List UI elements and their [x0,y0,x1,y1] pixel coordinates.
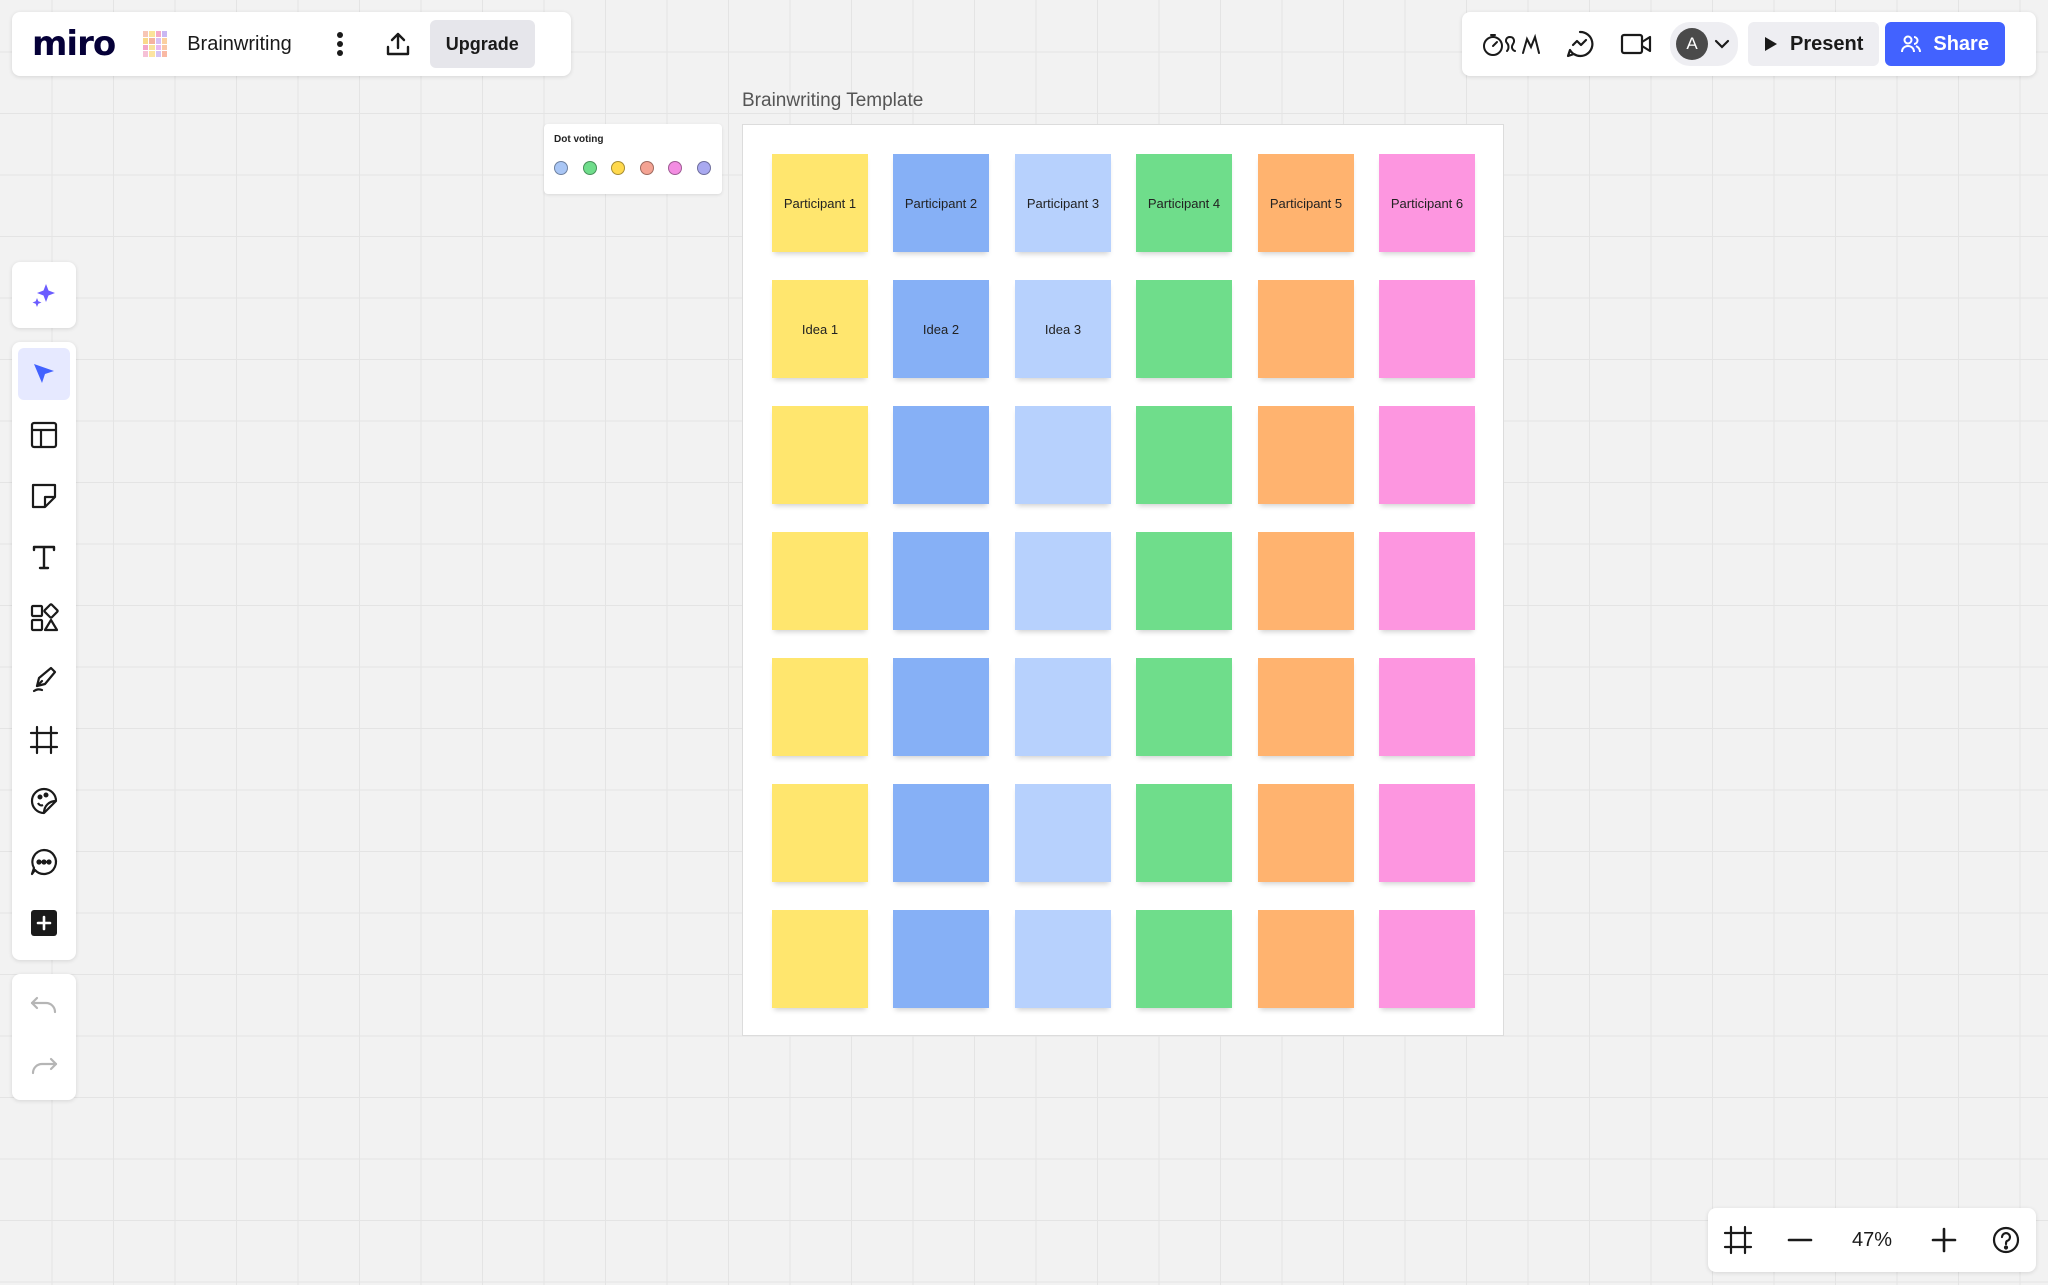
sticky-note[interactable] [1379,658,1475,756]
board-header: miro Brainwriting Upgrade [12,12,571,76]
sticky-note[interactable]: Idea 3 [1015,280,1111,378]
video-call-icon[interactable] [1616,24,1656,64]
users-icon [1901,35,1922,53]
sticky-note[interactable] [1258,406,1354,504]
export-icon[interactable] [378,24,418,64]
zoom-level[interactable]: 47% [1842,1229,1902,1252]
sticky-note[interactable] [772,532,868,630]
present-button[interactable]: Present [1748,22,1880,66]
voting-dot[interactable] [668,161,682,175]
sticky-note[interactable]: Participant 4 [1136,154,1232,252]
sticky-note-icon[interactable] [18,470,70,522]
board-menu-icon[interactable] [320,24,360,64]
frame-title[interactable]: Brainwriting Template [742,90,923,112]
sticky-note[interactable] [1379,406,1475,504]
dot-voting-label: Dot voting [554,134,604,145]
sticky-note[interactable] [1136,406,1232,504]
collab-toolbar: A Present Share [1462,12,2036,76]
sticky-note[interactable]: Participant 5 [1258,154,1354,252]
chevron-down-icon[interactable] [1714,39,1730,49]
activity-chat-icon[interactable] [1560,24,1600,64]
pen-icon[interactable] [18,653,70,705]
sticky-note[interactable]: Participant 2 [893,154,989,252]
text-icon[interactable] [18,531,70,583]
board-name[interactable]: Brainwriting [187,33,291,56]
sticky-note[interactable]: Participant 3 [1015,154,1111,252]
help-icon[interactable] [1986,1220,2026,1260]
board-icon [143,31,168,57]
history-panel [12,974,76,1100]
more-apps-icon[interactable] [18,897,70,949]
sticky-note[interactable] [1379,280,1475,378]
ai-sparkle-icon[interactable] [18,269,70,321]
sticky-note[interactable] [1379,532,1475,630]
sticky-note[interactable] [1015,910,1111,1008]
sticky-note[interactable] [893,532,989,630]
redo-icon[interactable] [18,1041,70,1093]
sticky-note[interactable] [1015,406,1111,504]
sticky-note[interactable] [893,910,989,1008]
miro-logo[interactable]: miro [32,27,116,61]
tools-panel [12,342,76,960]
avatar[interactable]: A [1676,28,1708,60]
voting-dot[interactable] [554,161,568,175]
sticky-note[interactable] [1136,784,1232,882]
voting-dot[interactable] [611,161,625,175]
sticky-note[interactable] [772,784,868,882]
sticky-note[interactable] [1015,784,1111,882]
share-button[interactable]: Share [1885,22,2005,66]
ai-panel [12,262,76,328]
sticker-icon[interactable] [18,775,70,827]
sticky-note[interactable] [1015,532,1111,630]
sticky-note[interactable] [772,658,868,756]
sticky-note[interactable] [893,658,989,756]
sticky-note[interactable] [1015,658,1111,756]
zoom-controls: 47% [1708,1208,2036,1272]
upgrade-button[interactable]: Upgrade [429,20,535,68]
sticky-note[interactable] [893,784,989,882]
sticky-note[interactable] [1258,784,1354,882]
sticky-note[interactable] [1258,280,1354,378]
share-label: Share [1933,32,1989,55]
reactions-timer-icon[interactable] [1480,24,1542,64]
sticky-note[interactable] [772,406,868,504]
sticky-note[interactable] [1258,658,1354,756]
sticky-note[interactable] [1379,784,1475,882]
sticky-note[interactable] [1136,532,1232,630]
sticky-note[interactable] [1258,532,1354,630]
select-cursor-icon[interactable] [18,348,70,400]
dot-voting-widget[interactable]: Dot voting [544,124,722,194]
sticky-note[interactable] [1136,280,1232,378]
comment-icon[interactable] [18,836,70,888]
sticky-note[interactable] [1136,910,1232,1008]
brainwriting-frame[interactable]: Participant 1 Participant 2 Participant 3 P… [742,124,1504,1036]
zoom-in-icon[interactable] [1924,1220,1964,1260]
sticky-note[interactable]: Idea 2 [893,280,989,378]
voting-dot[interactable] [582,161,597,175]
sticky-note[interactable] [1258,910,1354,1008]
fit-to-screen-icon[interactable] [1718,1220,1758,1260]
sticky-note[interactable]: Idea 1 [772,280,868,378]
sticky-note[interactable] [1136,658,1232,756]
sticky-note[interactable] [893,406,989,504]
voting-dot[interactable] [696,161,711,175]
undo-icon[interactable] [18,980,70,1032]
play-icon [1765,37,1777,51]
templates-icon[interactable] [18,409,70,461]
frame-icon[interactable] [18,714,70,766]
zoom-out-icon[interactable] [1780,1220,1820,1260]
sticky-note[interactable]: Participant 6 [1379,154,1475,252]
present-label: Present [1790,32,1864,55]
sticky-note[interactable] [772,910,868,1008]
sticky-note[interactable]: Participant 1 [772,154,868,252]
shapes-icon[interactable] [18,592,70,644]
sticky-note[interactable] [1379,910,1475,1008]
collaborators-menu[interactable]: A [1670,22,1738,66]
voting-dot[interactable] [639,161,654,175]
